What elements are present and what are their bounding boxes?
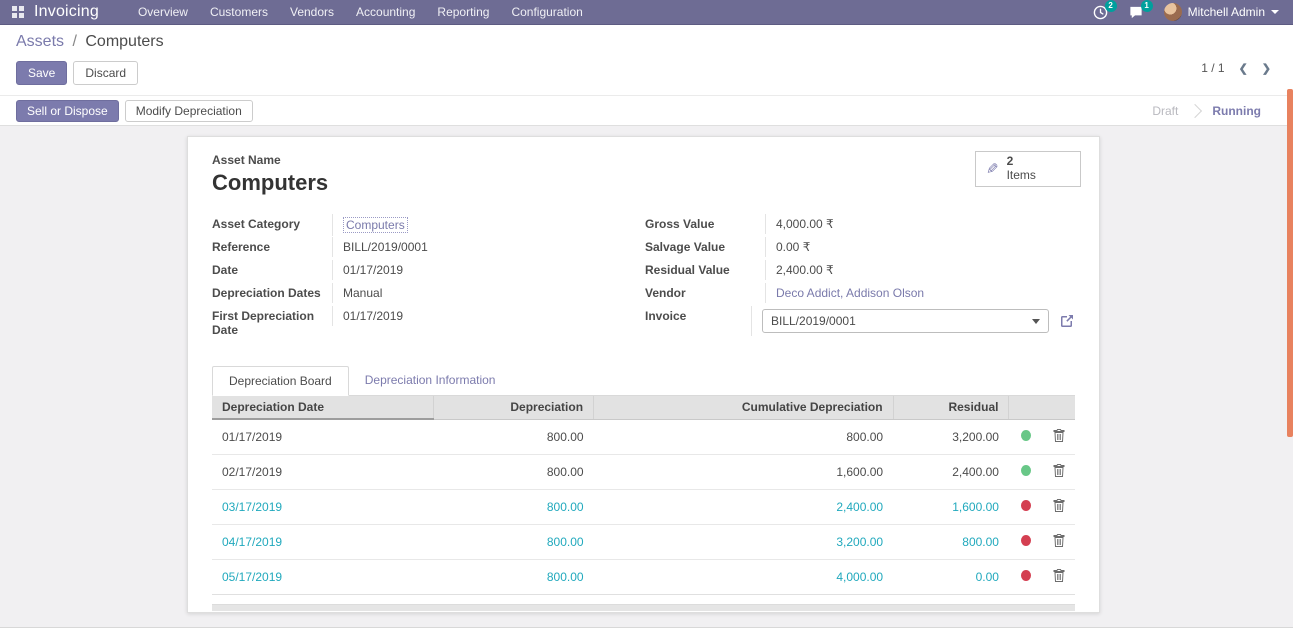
first-depreciation-date-label: First Depreciation Date (212, 306, 332, 340)
nav-item-configuration[interactable]: Configuration (500, 0, 593, 24)
tab-depreciation-information[interactable]: Depreciation Information (349, 366, 512, 395)
table-footer-bar (212, 604, 1075, 611)
residual-value-label: Residual Value (645, 260, 765, 280)
pencil-icon: ✎ (986, 160, 999, 178)
nav-item-customers[interactable]: Customers (199, 0, 279, 24)
trash-icon[interactable] (1053, 499, 1065, 512)
date-label: Date (212, 260, 332, 280)
planned-status-dot[interactable] (1021, 535, 1031, 546)
messages-badge: 1 (1141, 0, 1153, 12)
table-row[interactable]: 02/17/2019 800.00 1,600.00 2,400.00 (212, 454, 1075, 489)
trash-icon[interactable] (1053, 569, 1065, 582)
scrollbar-thumb[interactable] (1287, 89, 1293, 437)
planned-status-dot[interactable] (1021, 570, 1031, 581)
table-row[interactable]: 04/17/2019 800.00 3,200.00 800.00 (212, 524, 1075, 559)
planned-status-dot[interactable] (1021, 500, 1031, 511)
form-view-content: Asset Name Computers ✎ 2 Items Asset Cat… (0, 126, 1293, 628)
items-count: 2 (1007, 154, 1014, 168)
items-label: Items (1007, 168, 1036, 182)
asset-form-sheet: Asset Name Computers ✎ 2 Items Asset Cat… (187, 136, 1100, 613)
table-row[interactable]: 05/17/2019 800.00 4,000.00 0.00 (212, 559, 1075, 594)
depreciation-board-table: Depreciation Date Depreciation Cumulativ… (212, 396, 1075, 594)
save-button[interactable]: Save (16, 61, 67, 85)
vendor-label: Vendor (645, 283, 765, 303)
pager: 1 / 1 ❮ ❯ (1201, 61, 1271, 75)
asset-name-label: Asset Name (212, 153, 1075, 167)
user-name: Mitchell Admin (1188, 5, 1265, 19)
pager-next-icon[interactable]: ❯ (1262, 62, 1271, 75)
salvage-value-label: Salvage Value (645, 237, 765, 257)
notebook-tabs: Depreciation Board Depreciation Informat… (212, 366, 1075, 396)
gross-value-field[interactable]: 4,000.00 ₹ (765, 214, 1075, 234)
messages-menu[interactable]: 1 (1128, 5, 1144, 20)
select-caret-icon (1032, 319, 1040, 324)
gross-value-label: Gross Value (645, 214, 765, 234)
left-field-group: Asset Category Computers Reference BILL/… (212, 214, 585, 340)
nav-menus: Overview Customers Vendors Accounting Re… (127, 0, 594, 24)
col-header-cumulative-depreciation[interactable]: Cumulative Depreciation (594, 396, 894, 419)
pager-previous-icon[interactable]: ❮ (1239, 62, 1248, 75)
depreciation-dates-field[interactable]: Manual (332, 283, 585, 303)
table-row[interactable]: 03/17/2019 800.00 2,400.00 1,600.00 (212, 489, 1075, 524)
asset-name-title[interactable]: Computers (212, 170, 1075, 196)
top-navbar: Invoicing Overview Customers Vendors Acc… (0, 0, 1293, 25)
control-panel: Assets / Computers Save Discard 1 / 1 ❮ … (0, 25, 1293, 95)
invoice-value: BILL/2019/0001 (771, 314, 856, 328)
asset-category-field[interactable]: Computers (343, 217, 408, 233)
form-statusbar: Sell or Dispose Modify Depreciation Draf… (0, 95, 1293, 126)
invoice-select[interactable]: BILL/2019/0001 (762, 309, 1049, 333)
modify-depreciation-button[interactable]: Modify Depreciation (125, 100, 253, 122)
status-steps: Draft Running (1138, 96, 1293, 125)
reference-field[interactable]: BILL/2019/0001 (332, 237, 585, 257)
user-menu[interactable]: Mitchell Admin (1164, 3, 1279, 21)
items-stat-button[interactable]: ✎ 2 Items (975, 151, 1081, 187)
col-header-depreciation-date[interactable]: Depreciation Date (212, 396, 434, 419)
bottom-divider (0, 627, 1293, 644)
chevron-down-icon (1271, 10, 1279, 14)
avatar (1164, 3, 1182, 21)
residual-value-field[interactable]: 2,400.00 ₹ (765, 260, 1075, 280)
tab-depreciation-board[interactable]: Depreciation Board (212, 366, 349, 396)
activity-badge: 2 (1105, 0, 1117, 12)
posted-status-dot[interactable] (1021, 430, 1031, 441)
col-header-depreciation[interactable]: Depreciation (434, 396, 594, 419)
apps-menu-icon[interactable] (12, 6, 24, 18)
first-depreciation-date-field[interactable]: 01/17/2019 (332, 306, 585, 326)
right-field-group: Gross Value 4,000.00 ₹ Salvage Value 0.0… (645, 214, 1075, 340)
nav-item-vendors[interactable]: Vendors (279, 0, 345, 24)
sell-or-dispose-button[interactable]: Sell or Dispose (16, 100, 119, 122)
status-draft[interactable]: Draft (1138, 96, 1192, 125)
asset-category-label: Asset Category (212, 214, 332, 234)
breadcrumb-separator: / (72, 33, 76, 50)
reference-label: Reference (212, 237, 332, 257)
vendor-field[interactable]: Deco Addict, Addison Olson (776, 286, 924, 300)
nav-item-reporting[interactable]: Reporting (426, 0, 500, 24)
breadcrumb-current: Computers (85, 33, 163, 50)
app-brand[interactable]: Invoicing (34, 3, 99, 21)
pager-value: 1 / 1 (1201, 61, 1224, 75)
table-row[interactable]: 01/17/2019 800.00 800.00 3,200.00 (212, 419, 1075, 454)
breadcrumb-assets[interactable]: Assets (16, 33, 64, 50)
salvage-value-field[interactable]: 0.00 ₹ (765, 237, 1075, 257)
trash-icon[interactable] (1053, 464, 1065, 477)
nav-item-accounting[interactable]: Accounting (345, 0, 426, 24)
activity-menu[interactable]: 2 (1093, 5, 1108, 20)
external-link-icon[interactable] (1059, 313, 1075, 329)
status-running[interactable]: Running (1198, 96, 1275, 125)
trash-icon[interactable] (1053, 429, 1065, 442)
nav-item-overview[interactable]: Overview (127, 0, 199, 24)
discard-button[interactable]: Discard (73, 61, 138, 85)
depreciation-dates-label: Depreciation Dates (212, 283, 332, 303)
breadcrumb: Assets / Computers (16, 33, 1277, 51)
date-field[interactable]: 01/17/2019 (332, 260, 585, 280)
invoice-label: Invoice (645, 306, 751, 326)
posted-status-dot[interactable] (1021, 465, 1031, 476)
trash-icon[interactable] (1053, 534, 1065, 547)
col-header-residual[interactable]: Residual (893, 396, 1009, 419)
